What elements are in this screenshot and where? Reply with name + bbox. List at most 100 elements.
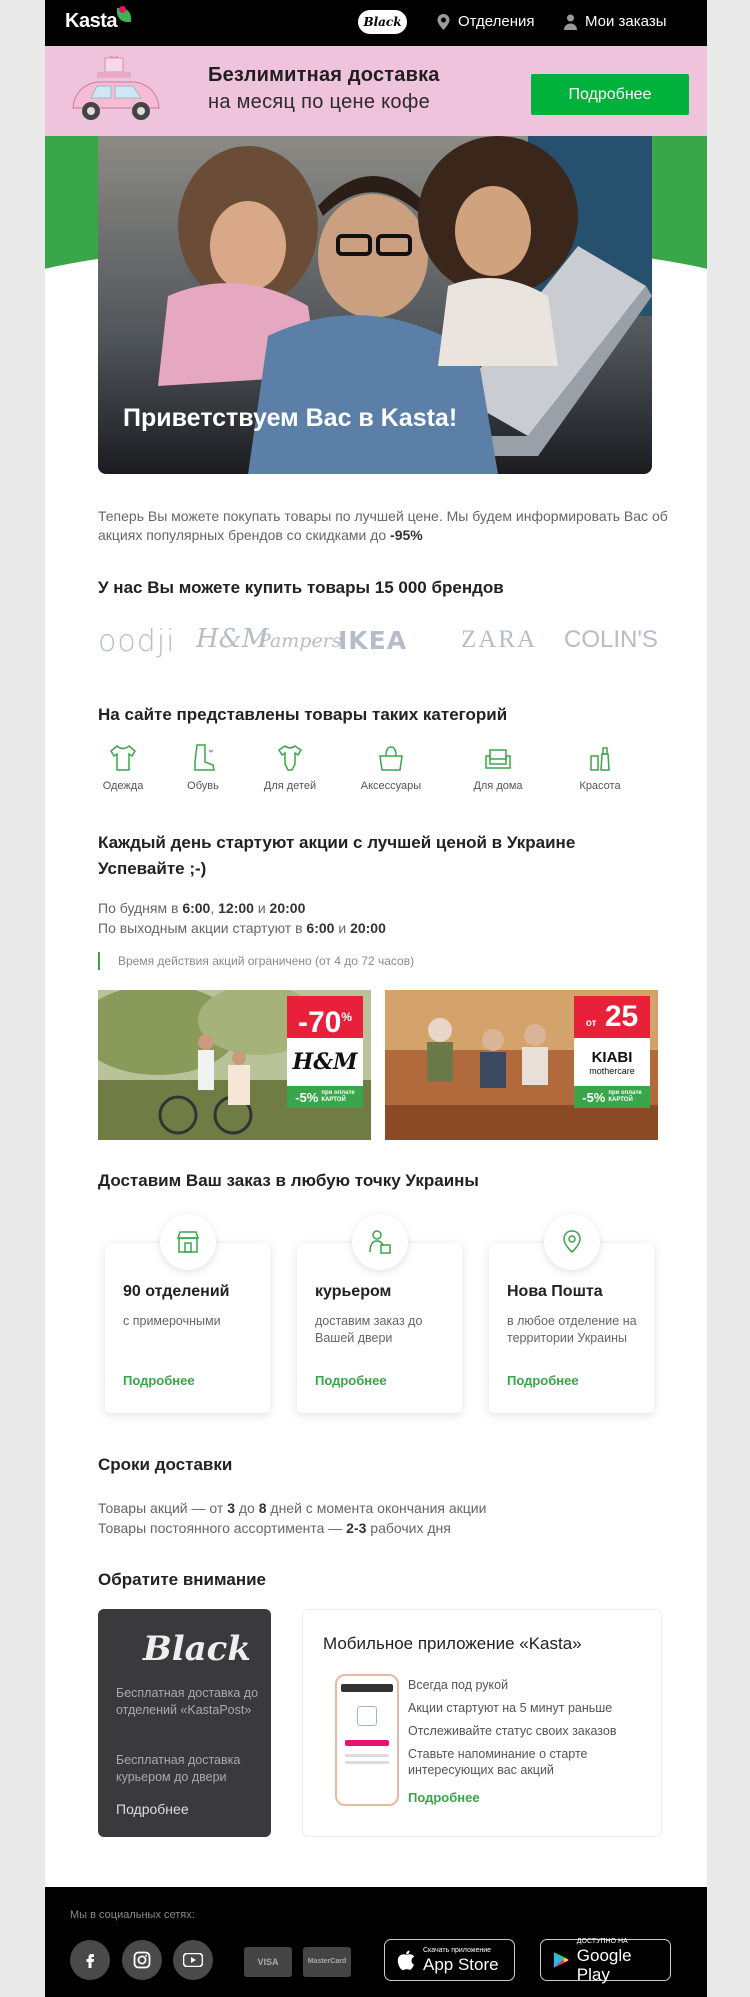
card-title: Нова Пошта	[507, 1283, 603, 1300]
brands-heading: У нас Вы можете купить товары 15 000 бре…	[98, 578, 504, 597]
card-desc: доставим заказ до Вашей двери	[315, 1314, 423, 1345]
category-label: Красота	[579, 780, 621, 792]
terms-line-2: Товары постоянного ассортимента — 2-3 ра…	[98, 1520, 451, 1536]
intro-text-body: Теперь Вы можете покупать товары по лучш…	[98, 508, 668, 543]
youtube-icon[interactable]	[173, 1940, 213, 1980]
nav-branches[interactable]: Отделения	[437, 13, 535, 30]
google-play-line-2: Google Play	[576, 1945, 632, 1984]
app-feature: Всегда под рукой	[408, 1678, 509, 1692]
nav-orders[interactable]: Мои заказы	[564, 13, 667, 30]
deal-hm[interactable]: -70% H&M -5% при оплате КАРТОЙ	[98, 990, 371, 1140]
app-card: Мобильное приложение «Kasta» Всегда под …	[302, 1609, 662, 1837]
intro-discount: -95%	[390, 527, 423, 543]
nav-orders-label: Мои заказы	[585, 13, 667, 30]
google-play-button[interactable]: ДОСТУПНО НА Google Play	[540, 1938, 671, 1984]
brand-pampers[interactable]: Pampers	[258, 630, 342, 652]
black-card[interactable]: Black Бесплатная доставка до отделений «…	[98, 1609, 271, 1837]
delivery-heading: Доставим Ваш заказ в любую точку Украины	[98, 1171, 479, 1190]
black-logo: Black	[143, 1629, 251, 1669]
deal-kiabi-price: от 25 грн	[574, 996, 650, 1078]
category-label: Для детей	[263, 780, 317, 792]
deals-note: Время действия акций ограничено (от 4 до…	[98, 952, 414, 970]
app-feature: Отслеживайте статус своих заказов	[408, 1724, 617, 1738]
black-badge[interactable]: Black	[358, 10, 407, 34]
location-pin-icon	[437, 13, 450, 30]
promo-more-button[interactable]: Подробнее	[531, 74, 689, 115]
brands-row: oodji H&M Pampers IKEA ZARA COLIN'S	[98, 620, 658, 660]
facebook-icon[interactable]	[70, 1940, 110, 1980]
app-more-link[interactable]: Подробнее	[408, 1790, 480, 1805]
app-card-title: Мобильное приложение «Kasta»	[323, 1634, 582, 1653]
tshirt-icon	[110, 745, 136, 771]
card-more-link[interactable]: Подробнее	[315, 1373, 387, 1388]
category-kids[interactable]: Для детей	[255, 742, 325, 792]
deal-kiabi[interactable]: от 25 грн KIABI mothercare -5% при оплат…	[385, 990, 658, 1140]
delivery-icon-branches	[160, 1214, 216, 1270]
black-benefit-1: Бесплатная доставка до отделений «KastaP…	[116, 1686, 259, 1717]
car-gift-icon	[72, 56, 160, 120]
attention-heading: Обратите внимание	[98, 1570, 266, 1589]
card-desc: в любое отделение на территории Украины	[507, 1314, 637, 1345]
terms-line-1: Товары акций — от 3 до 8 дней с момента …	[98, 1500, 487, 1516]
app-store-line-1: Скачать приложение	[423, 1947, 492, 1954]
top-bar: Kasta Black Отделения Мои заказы	[45, 0, 707, 46]
deal-hm-brand: H&M	[287, 1038, 363, 1086]
card-title: 90 отделений	[123, 1283, 230, 1300]
bag-icon	[379, 746, 403, 771]
daily-schedule: По будням в 6:00, 12:00 и 20:00 По выход…	[98, 898, 386, 938]
app-feature: Акции стартуют на 5 минут раньше	[408, 1701, 613, 1715]
app-feature: Ставьте напоминание о старте интересующи…	[408, 1747, 588, 1777]
app-features: Всегда под рукой Акции стартуют на 5 мин…	[408, 1674, 628, 1778]
app-store-button[interactable]: Скачать приложение App Store	[384, 1939, 515, 1981]
phone-mockup-icon	[335, 1674, 399, 1806]
category-beauty[interactable]: Красота	[565, 742, 635, 792]
category-home[interactable]: Для дома	[463, 742, 533, 792]
deal-hm-badge: -70% H&M -5% при оплате КАРТОЙ	[287, 996, 363, 1108]
mastercard-logo: MasterCard	[303, 1947, 351, 1977]
visa-logo: VISA	[244, 1947, 292, 1977]
deal-hm-discount: -70%	[287, 996, 363, 1039]
weekend-schedule: По выходным акции стартуют в 6:00 и 20:0…	[98, 920, 386, 936]
card-desc: с примерочными	[123, 1314, 221, 1328]
logo-dot-icon	[119, 6, 126, 13]
kasta-logo[interactable]: Kasta	[65, 10, 117, 33]
black-more-link[interactable]: Подробнее	[116, 1801, 189, 1817]
delivery-icon-novaposhta	[544, 1214, 600, 1270]
brand-oodji[interactable]: oodji	[98, 624, 175, 659]
daily-heading-line-2: Успевайте ;-)	[98, 859, 207, 878]
hero-family-photo[interactable]: Приветствуем Вас в Kasta!	[98, 136, 652, 474]
card-more-link[interactable]: Подробнее	[507, 1373, 579, 1388]
daily-heading: Каждый день стартуют акции с лучшей цено…	[98, 830, 575, 882]
black-benefit-2: Бесплатная доставка курьером до двери	[116, 1753, 241, 1784]
map-pin-icon	[563, 1230, 581, 1253]
promo-line-2: на месяц по цене кофе	[208, 91, 431, 113]
delivery-icon-courier	[352, 1214, 408, 1270]
brand-colins[interactable]: COLIN'S	[564, 626, 658, 654]
card-title: курьером	[315, 1283, 392, 1300]
apple-icon	[397, 1950, 415, 1970]
categories-row: Одежда Обувь Для детей Аксессуары Для до…	[98, 742, 658, 802]
terms-heading: Сроки доставки	[98, 1455, 233, 1474]
hero-title: Приветствуем Вас в Kasta!	[123, 404, 458, 432]
brand-zara[interactable]: ZARA	[461, 626, 537, 654]
category-label: Для дома	[473, 780, 523, 792]
card-more-link[interactable]: Подробнее	[123, 1373, 195, 1388]
category-accessories[interactable]: Аксессуары	[356, 742, 426, 792]
promo-banner[interactable]: Безлимитная доставка на месяц по цене ко…	[45, 46, 707, 136]
user-icon	[564, 14, 577, 30]
google-play-icon	[553, 1952, 569, 1968]
brand-ikea[interactable]: IKEA	[338, 626, 407, 655]
deal-kiabi-badge: от 25 грн KIABI mothercare -5% при оплат…	[574, 996, 650, 1108]
instagram-icon[interactable]	[122, 1940, 162, 1980]
bodysuit-icon	[277, 745, 303, 771]
category-shoes[interactable]: Обувь	[168, 742, 238, 792]
deal-hm-card-discount: -5% при оплате КАРТОЙ	[287, 1086, 363, 1108]
email-page: Kasta Black Отделения Мои заказы Безлими…	[45, 0, 707, 1997]
category-label: Аксессуары	[360, 780, 422, 792]
category-clothes[interactable]: Одежда	[88, 742, 158, 792]
app-store-line-2: App Store	[423, 1955, 499, 1974]
courier-icon	[369, 1230, 391, 1254]
armchair-icon	[485, 749, 511, 769]
daily-heading-line-1: Каждый день стартуют акции с лучшей цено…	[98, 833, 576, 852]
promo-line-1: Безлимитная доставка	[208, 64, 440, 86]
